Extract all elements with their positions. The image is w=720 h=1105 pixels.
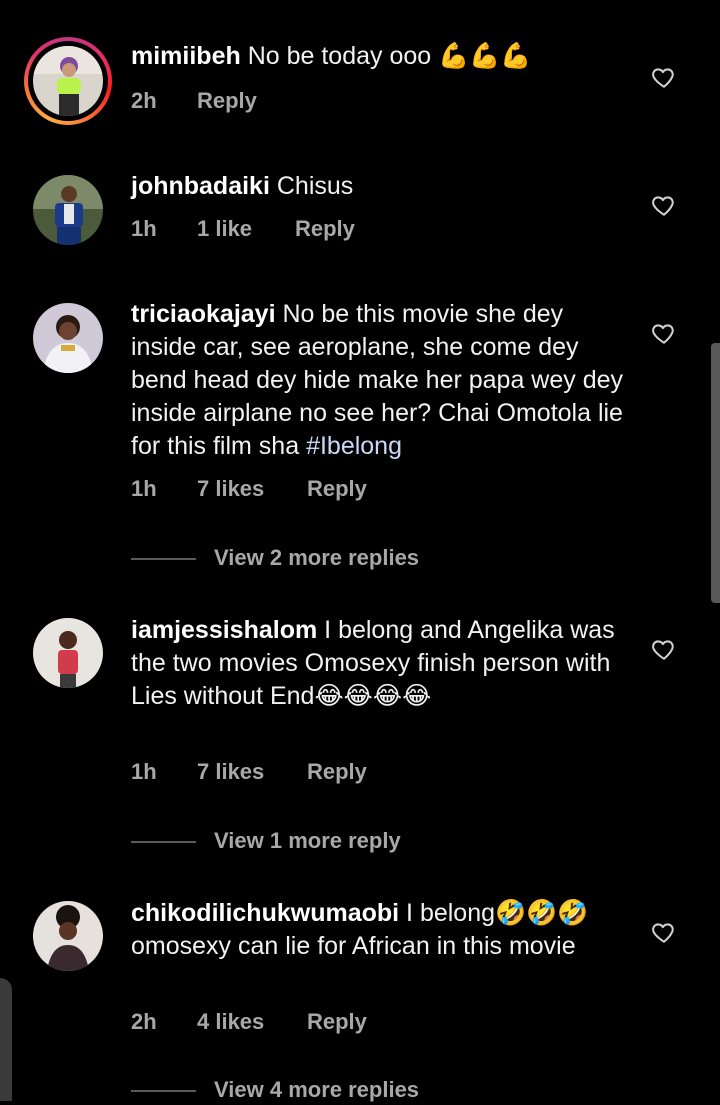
reply-button[interactable]: Reply [307,474,367,504]
comment-text: No be today ooo 💪💪💪 [247,42,532,70]
comment-item: triciaokajayi No be this movie she dey i… [0,280,720,600]
avatar[interactable] [33,901,103,971]
reply-thread-line [131,558,196,560]
story-ring[interactable] [24,37,112,125]
heart-outline-icon[interactable] [651,320,677,346]
scrollbar-thumb[interactable] [711,343,720,603]
comment-item: mimiibeh No be today ooo 💪💪💪 2h Reply [0,0,720,150]
comment-time: 2h [131,88,157,113]
comment-item: iamjessishalom I belong and Angelika was… [0,600,720,880]
reply-button[interactable]: Reply [197,86,257,116]
reply-thread-line [131,1090,196,1092]
avatar[interactable] [33,618,103,688]
comment-text: Chisus [276,172,354,200]
comment-likes[interactable]: 1 like [197,214,252,244]
comment-username[interactable]: johnbadaiki [131,172,270,200]
reply-thread-line [131,841,196,843]
reply-button[interactable]: Reply [307,757,367,787]
comment-time: 1h [131,476,157,501]
comment-time: 2h [131,1009,157,1034]
comment-body: triciaokajayi No be this movie she dey i… [131,298,631,463]
reply-button[interactable]: Reply [295,214,355,244]
comment-username[interactable]: chikodilichukwumaobi [131,899,399,927]
comment-body: mimiibeh No be today ooo 💪💪💪 [131,40,631,73]
comment-body: chikodilichukwumaobi I belong🤣🤣🤣omosexy … [131,897,631,963]
reply-button[interactable]: Reply [307,1007,367,1037]
comment-username[interactable]: triciaokajayi [131,300,276,328]
hashtag-link[interactable]: #Ibelong [306,432,402,460]
heart-outline-icon[interactable] [651,192,677,218]
comment-item: johnbadaiki Chisus 1h 1 like Reply [0,150,720,280]
edge-panel-handle[interactable] [0,978,12,1101]
comment-time: 1h [131,759,157,784]
comment-likes[interactable]: 7 likes [197,757,264,787]
comment-body: johnbadaiki Chisus [131,170,631,203]
comment-likes[interactable]: 7 likes [197,474,264,504]
comment-likes[interactable]: 4 likes [197,1007,264,1037]
heart-outline-icon[interactable] [651,919,677,945]
avatar[interactable] [33,46,103,116]
view-replies-label: View 2 more replies [214,545,420,570]
comment-username[interactable]: mimiibeh [131,42,241,70]
avatar[interactable] [33,303,103,373]
comment-item: chikodilichukwumaobi I belong🤣🤣🤣omosexy … [0,880,720,1102]
comment-body: iamjessishalom I belong and Angelika was… [131,614,631,713]
heart-outline-icon[interactable] [651,64,677,90]
heart-outline-icon[interactable] [651,636,677,662]
avatar[interactable] [33,175,103,245]
comment-time: 1h [131,216,157,241]
view-replies-label: View 1 more reply [214,828,401,853]
comment-username[interactable]: iamjessishalom [131,616,317,644]
